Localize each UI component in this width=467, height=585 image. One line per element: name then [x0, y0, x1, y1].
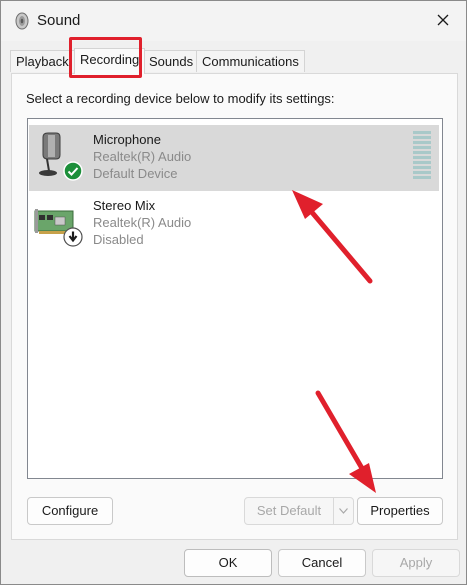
title-bar: Sound: [1, 1, 466, 41]
device-driver: Realtek(R) Audio: [93, 149, 192, 164]
device-status: Disabled: [93, 232, 144, 247]
device-name: Stereo Mix: [93, 198, 156, 213]
tab-playback[interactable]: Playback: [10, 50, 75, 72]
properties-button[interactable]: Properties: [357, 497, 443, 525]
close-button[interactable]: [428, 7, 458, 35]
speaker-icon: [13, 12, 31, 30]
cancel-button[interactable]: Cancel: [278, 549, 366, 577]
set-default-button[interactable]: Set Default: [244, 497, 354, 525]
device-driver: Realtek(R) Audio: [93, 215, 192, 230]
device-item-stereo-mix[interactable]: Stereo Mix Realtek(R) Audio Disabled: [29, 191, 439, 257]
set-default-label: Set Default: [256, 503, 322, 518]
apply-button[interactable]: Apply: [372, 549, 460, 577]
device-info-microphone: Microphone Realtek(R) Audio Default Devi…: [93, 131, 191, 182]
ok-button[interactable]: OK: [184, 549, 272, 577]
tab-sounds[interactable]: Sounds: [143, 50, 200, 72]
sound-dialog: Sound Select a recording device below to…: [0, 0, 467, 585]
disabled-arrow-badge-icon: [63, 227, 83, 247]
audio-level-meter: [413, 131, 431, 181]
close-icon: [437, 14, 449, 29]
chevron-down-icon[interactable]: [333, 498, 353, 524]
recording-device-list[interactable]: Microphone Realtek(R) Audio Default Devi…: [27, 118, 443, 479]
device-item-microphone[interactable]: Microphone Realtek(R) Audio Default Devi…: [29, 125, 439, 191]
tab-communications[interactable]: Communications: [196, 50, 305, 72]
device-status: Default Device: [93, 166, 178, 181]
configure-button[interactable]: Configure: [27, 497, 113, 525]
tab-recording[interactable]: Recording: [74, 48, 146, 74]
check-badge-icon: [63, 161, 83, 181]
device-name: Microphone: [93, 132, 161, 147]
recording-tab-panel: Select a recording device below to modif…: [11, 73, 458, 540]
window-title: Sound: [37, 12, 81, 29]
instruction-text: Select a recording device below to modif…: [26, 91, 335, 106]
device-info-stereo-mix: Stereo Mix Realtek(R) Audio Disabled: [93, 197, 191, 248]
